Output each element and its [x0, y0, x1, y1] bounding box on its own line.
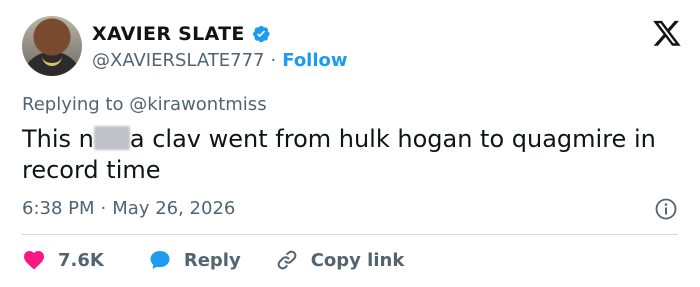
action-bar: 7.6K Reply Copy link [22, 247, 404, 273]
verified-badge-icon [251, 24, 271, 44]
handle-row: @XAVIERSLATE777 · Follow [92, 50, 348, 71]
tweet-time[interactable]: 6:38 PM [22, 198, 95, 219]
name-row: XAVIER SLATE [92, 22, 348, 46]
copy-link-button[interactable]: Copy link [275, 248, 405, 272]
info-icon[interactable] [654, 197, 678, 221]
x-logo-icon[interactable] [652, 18, 682, 48]
separator-dot: · [270, 50, 277, 71]
tweet-date[interactable]: May 26, 2026 [112, 198, 235, 219]
reply-button[interactable]: Reply [148, 248, 241, 272]
tweet-meta: 6:38 PM · May 26, 2026 [22, 198, 235, 219]
handle[interactable]: @XAVIERSLATE777 [92, 50, 265, 71]
reply-mention[interactable]: @kirawontmiss [129, 94, 266, 115]
author-info: XAVIER SLATE @XAVIERSLATE777 · Follow [92, 22, 348, 71]
display-name[interactable]: XAVIER SLATE [92, 23, 245, 45]
reply-context: Replying to @kirawontmiss [22, 94, 267, 115]
link-icon [277, 250, 297, 270]
divider [22, 234, 678, 235]
reply-prefix: Replying to [22, 94, 124, 115]
like-button[interactable]: 7.6K [22, 248, 104, 272]
tweet-text-part-1: This n [22, 125, 94, 153]
heart-icon [24, 251, 44, 270]
reply-label: Reply [183, 249, 241, 271]
tweet-text: This na clav went from hulk hogan to qua… [22, 124, 682, 186]
meta-separator: · [100, 198, 107, 219]
copy-link-label: Copy link [310, 249, 405, 271]
follow-button[interactable]: Follow [282, 50, 347, 71]
like-count: 7.6K [58, 249, 104, 271]
censor-blur [93, 126, 130, 150]
avatar[interactable] [22, 16, 82, 76]
speech-bubble-icon [150, 251, 170, 269]
tweet-header: XAVIER SLATE @XAVIERSLATE777 · Follow [22, 14, 682, 80]
